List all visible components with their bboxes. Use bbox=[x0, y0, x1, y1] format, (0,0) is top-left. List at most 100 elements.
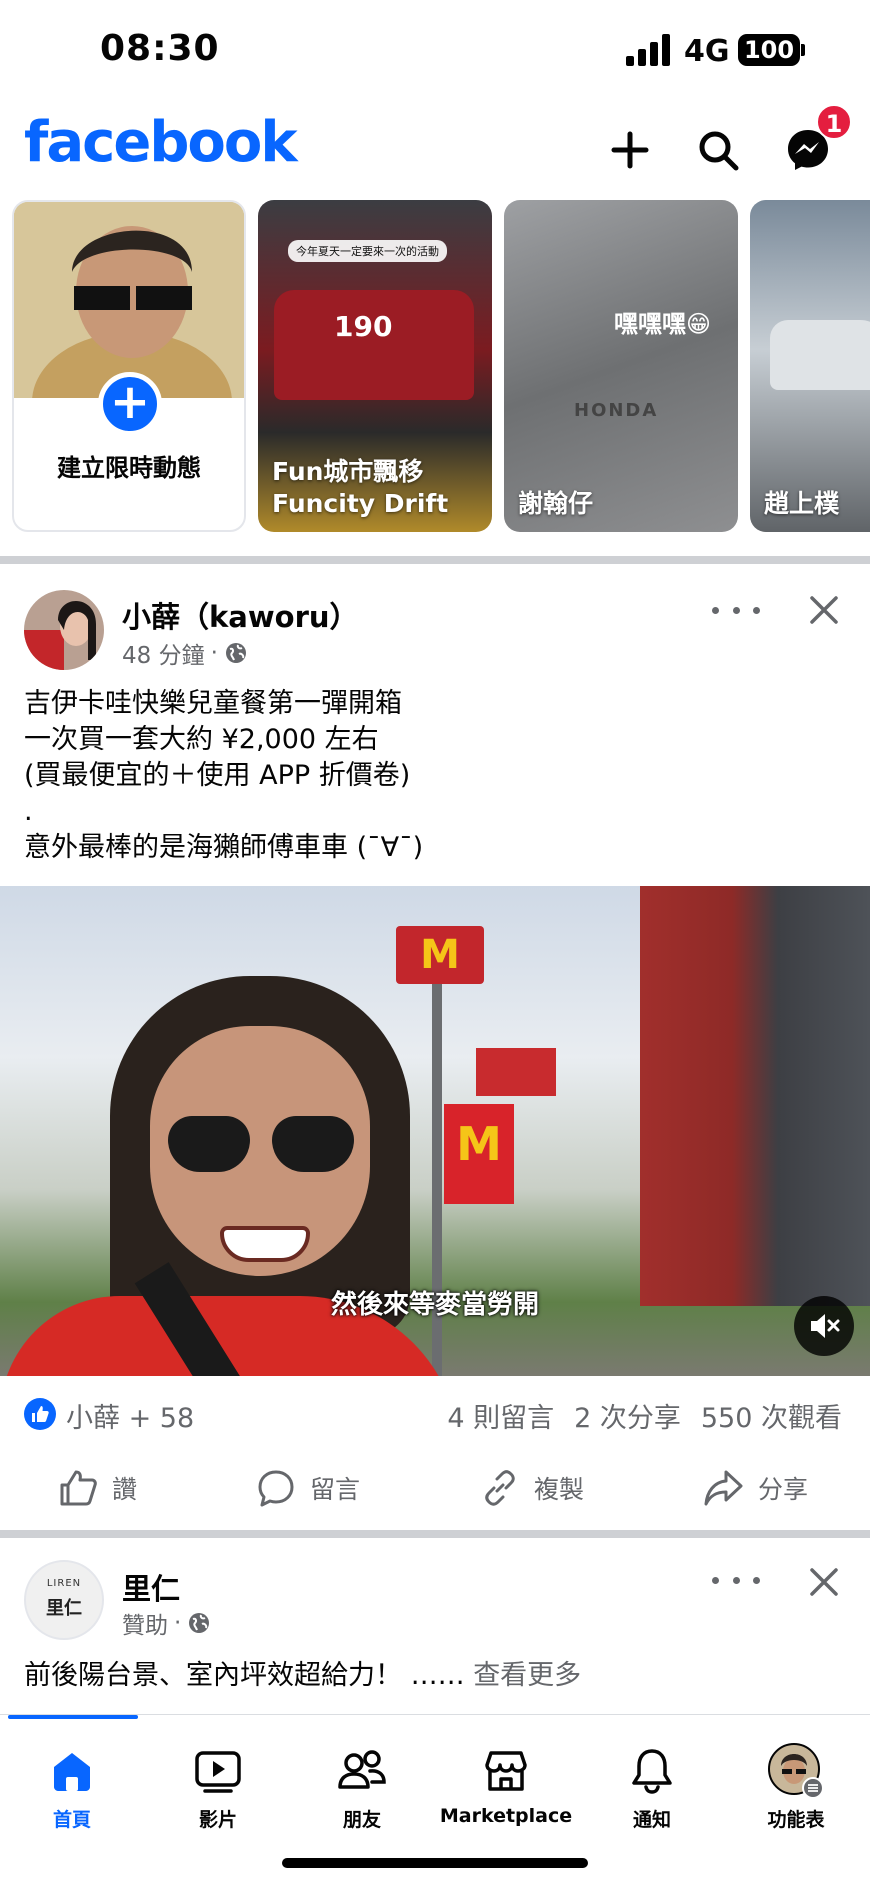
signal-icon bbox=[626, 34, 670, 66]
post-author[interactable]: 里仁 bbox=[122, 1566, 180, 1608]
home-indicator[interactable] bbox=[282, 1858, 588, 1868]
tab-label: 通知 bbox=[632, 1809, 671, 1831]
race-car-image: 190 bbox=[274, 290, 474, 400]
dot-icon bbox=[753, 1576, 760, 1584]
copy-link-button[interactable]: 複製 bbox=[480, 1460, 584, 1516]
post-meta: 48 分鐘 · bbox=[122, 636, 248, 670]
share-button[interactable]: 分享 bbox=[702, 1460, 808, 1516]
post-text-line: 吉伊卡哇快樂兒童餐第一彈開箱 bbox=[24, 688, 402, 719]
more-options-button[interactable] bbox=[712, 590, 760, 630]
story-chip: 今年夏天一定要來一次的活動 bbox=[288, 240, 447, 262]
close-icon[interactable] bbox=[804, 1562, 844, 1602]
network-type: 4G bbox=[684, 34, 730, 69]
dot-icon bbox=[732, 1576, 740, 1584]
post-meta: 贊助 · bbox=[122, 1606, 211, 1640]
bottom-tab-bar: 首頁 影片 朋友 Marketplace 通知 功能表 bbox=[0, 1714, 870, 1882]
more-options-button[interactable] bbox=[712, 1560, 760, 1600]
comment-label: 留言 bbox=[310, 1475, 361, 1504]
facebook-logo[interactable]: facebook bbox=[24, 110, 298, 175]
store-sign bbox=[476, 1048, 556, 1096]
meta-dot: · bbox=[210, 640, 218, 666]
comment-count[interactable]: 4 則留言 bbox=[447, 1396, 554, 1435]
thumbs-up-icon bbox=[32, 1406, 49, 1422]
post-video[interactable]: M M 然後來等麥當勞開 bbox=[0, 886, 870, 1376]
post-text-line: 意外最棒的是海獺師傅車車 (¯∀¯) bbox=[24, 832, 424, 863]
dot-icon bbox=[732, 606, 740, 614]
mute-button[interactable] bbox=[794, 1296, 854, 1356]
status-time: 08:30 bbox=[100, 28, 220, 69]
story-author: 謝翰仔 bbox=[518, 489, 594, 518]
tab-home[interactable]: 首頁 bbox=[2, 1743, 142, 1843]
avatar-sub-text: LIREN bbox=[46, 1578, 82, 1589]
tab-notifications[interactable]: 通知 bbox=[582, 1743, 722, 1843]
muted-speaker-icon bbox=[811, 1314, 840, 1338]
avatar[interactable] bbox=[24, 590, 104, 670]
notification-badge: 1 bbox=[816, 104, 852, 140]
link-icon bbox=[485, 1470, 515, 1506]
plus-icon bbox=[611, 131, 649, 169]
tab-label: 朋友 bbox=[342, 1809, 381, 1831]
copy-label: 複製 bbox=[534, 1475, 585, 1504]
story-profile-photo bbox=[14, 202, 244, 472]
create-button[interactable] bbox=[598, 118, 662, 182]
avatar[interactable]: LIREN 里仁 bbox=[24, 1560, 104, 1640]
story-card[interactable]: 嘿嘿嘿😁 HONDA 謝翰仔 bbox=[504, 200, 738, 532]
battery-tip bbox=[801, 44, 805, 56]
meta-dot: · bbox=[174, 1610, 182, 1636]
reactions-bar: 小薛 + 58 4 則留言 2 次分享 550 次觀看 bbox=[0, 1394, 870, 1438]
marketplace-icon bbox=[485, 1751, 527, 1791]
search-button[interactable] bbox=[686, 118, 750, 182]
post-text-line: 一次買一套大約 ¥2,000 左右 bbox=[24, 724, 379, 755]
active-tab-indicator bbox=[8, 1715, 138, 1719]
post-text-line: (買最便宜的＋使用 APP 折價卷) bbox=[24, 760, 411, 791]
sponsored-label: 贊助 bbox=[122, 1613, 168, 1639]
post-author[interactable]: 小薛（kaworu） bbox=[122, 594, 359, 636]
globe-icon bbox=[225, 643, 246, 663]
story-sticker: 嘿嘿嘿😁 bbox=[614, 310, 712, 338]
story-author-line1: Fun城市飄移 bbox=[272, 457, 424, 486]
comment-button[interactable]: 留言 bbox=[256, 1460, 360, 1516]
like-label: 讚 bbox=[112, 1475, 138, 1504]
tab-label: 影片 bbox=[198, 1809, 237, 1831]
share-icon bbox=[704, 1470, 743, 1506]
share-label: 分享 bbox=[758, 1475, 809, 1504]
home-icon bbox=[54, 1753, 90, 1791]
battery-icon: 100 bbox=[738, 34, 800, 66]
status-bar: 08:30 4G 100 bbox=[0, 0, 870, 100]
post-text: 前後陽台景、室內坪效超給力！ …… 查看更多 bbox=[24, 1658, 581, 1694]
reaction-names[interactable]: 小薛 + 58 bbox=[66, 1396, 194, 1435]
share-count[interactable]: 2 次分享 bbox=[574, 1396, 681, 1435]
post-actions: 讚 留言 複製 分享 bbox=[0, 1460, 870, 1520]
like-button[interactable]: 讚 bbox=[58, 1460, 137, 1516]
story-card[interactable]: 趙上樸 bbox=[750, 200, 870, 532]
plus-icon: + bbox=[98, 372, 162, 436]
tab-friends[interactable]: 朋友 bbox=[292, 1743, 432, 1843]
tab-label: Marketplace bbox=[439, 1805, 573, 1827]
close-icon[interactable] bbox=[804, 590, 844, 630]
post-header: LIREN 里仁 里仁 贊助 · bbox=[0, 1552, 870, 1652]
see-more-link[interactable]: 查看更多 bbox=[473, 1660, 581, 1691]
story-author: 趙上樸 bbox=[764, 489, 840, 518]
video-icon bbox=[195, 1751, 241, 1793]
sunglasses bbox=[168, 1116, 354, 1176]
car-number: 190 bbox=[334, 310, 393, 343]
tab-menu[interactable]: 功能表 bbox=[726, 1743, 866, 1843]
story-card[interactable]: 今年夏天一定要來一次的活動 190 Fun城市飄移 Funcity Drift bbox=[258, 200, 492, 532]
user-photo bbox=[14, 202, 244, 472]
restaurant-building bbox=[640, 886, 870, 1306]
tab-label: 首頁 bbox=[52, 1809, 91, 1831]
car-image bbox=[770, 320, 870, 390]
tab-video[interactable]: 影片 bbox=[148, 1743, 288, 1843]
post-text-body: 前後陽台景、室內坪效超給力！ …… bbox=[24, 1660, 465, 1691]
feed-divider bbox=[0, 556, 870, 564]
stories-tray: + 建立限時動態 今年夏天一定要來一次的活動 190 Fun城市飄移 Funci… bbox=[0, 200, 870, 536]
profile-menu-icon bbox=[768, 1743, 824, 1799]
story-author-line2: Funcity Drift bbox=[272, 489, 449, 518]
bell-icon bbox=[632, 1749, 672, 1794]
tab-marketplace[interactable]: Marketplace bbox=[436, 1743, 576, 1843]
tab-label: 功能表 bbox=[767, 1809, 825, 1831]
honda-logo: HONDA bbox=[574, 400, 659, 421]
avatar-brand-text: 里仁 bbox=[46, 1598, 82, 1619]
view-count: 550 次觀看 bbox=[700, 1403, 842, 1434]
create-story-card[interactable]: + 建立限時動態 bbox=[12, 200, 246, 532]
